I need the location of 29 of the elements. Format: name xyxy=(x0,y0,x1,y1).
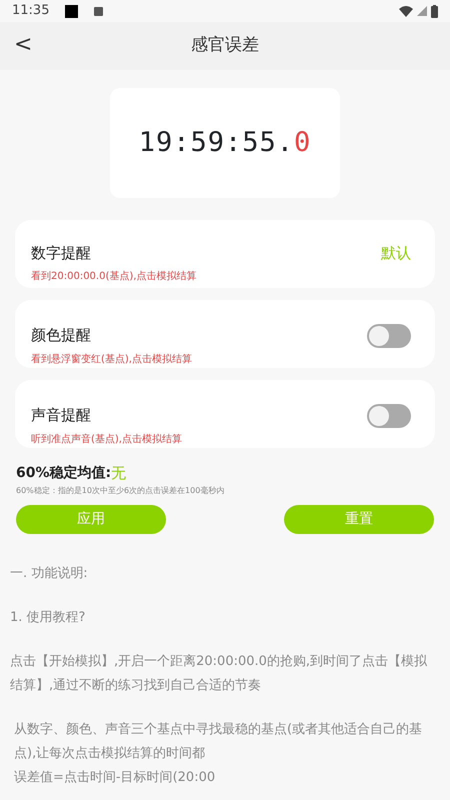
apply-button[interactable]: 应用 xyxy=(16,504,166,534)
reminder-title: 声音提醒 xyxy=(31,404,91,426)
signal-icon xyxy=(417,6,427,16)
clock-tenth: 0 xyxy=(294,126,312,160)
instruction-text: 误差值=点击时间-目标时间(20:00 xyxy=(13,768,216,786)
clock-time: 19:59:55. xyxy=(138,126,294,160)
reminder-title: 数字提醒 xyxy=(31,243,91,264)
page-title: 感官误差 xyxy=(191,34,259,58)
reset-button[interactable]: 重置 xyxy=(284,504,434,534)
battery-icon xyxy=(431,4,438,18)
reminder-hint: 听到准点声音(基点),点击模拟结算 xyxy=(31,432,183,447)
instruction-text: 1. 使用教程? xyxy=(9,608,86,626)
toggle-switch[interactable] xyxy=(367,324,411,348)
reminder-hint: 看到悬浮窗变红(基点),点击模拟结算 xyxy=(31,352,193,367)
toggle-switch[interactable] xyxy=(367,404,411,428)
back-button[interactable]: < xyxy=(8,30,38,60)
status-time: 11:35 xyxy=(12,2,50,20)
stable-note: 60%稳定：指的是10次中至少6次的点击误差在100毫秒内 xyxy=(16,484,226,496)
reminder-value[interactable]: 默认 xyxy=(381,242,411,264)
instruction-text: 一. 功能说明: xyxy=(9,564,89,582)
stable-label: 60%稳定均值: xyxy=(16,464,112,483)
reminder-hint: 看到20:00:00.0(基点),点击模拟结算 xyxy=(31,270,198,284)
reminder-title: 颜色提醒 xyxy=(31,324,91,346)
notification-icon xyxy=(94,6,104,16)
notification-icon xyxy=(65,4,78,18)
instruction-text: 从数字、颜色、声音三个基点中寻找最稳的基点(或者其他适合自己的基点),让每次点击模拟结算的时间都 xyxy=(13,720,424,762)
stable-value: 无 xyxy=(111,463,126,484)
wifi-icon xyxy=(399,6,413,16)
instruction-text: 点击【开始模拟】,开启一个距离20:00:00.0的抢购,到时间了点击【模拟结算】,通过不断的练习找到自己合适的节奏 xyxy=(9,652,428,694)
